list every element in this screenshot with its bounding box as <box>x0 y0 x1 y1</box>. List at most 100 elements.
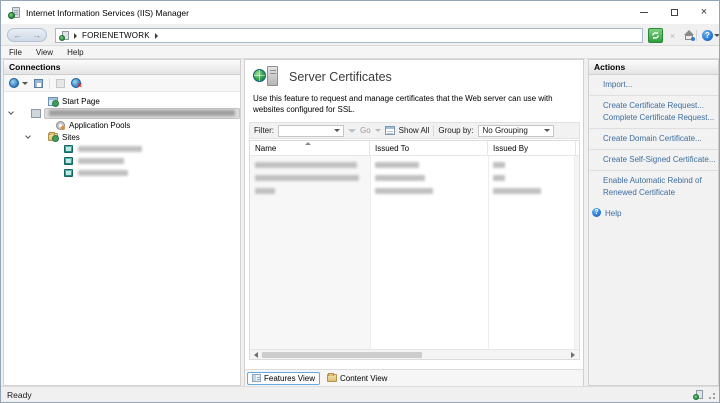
tree-item-application-pools[interactable]: Application Pools <box>4 119 240 131</box>
go-button[interactable]: Go <box>360 126 371 135</box>
resize-grip[interactable] <box>707 390 715 399</box>
connect-server-icon[interactable] <box>9 78 19 88</box>
site-icon <box>64 169 73 177</box>
action-group: Create Certificate Request... Complete C… <box>589 96 718 129</box>
action-help[interactable]: Help <box>605 208 621 220</box>
forward-button[interactable]: → <box>32 30 41 40</box>
status-right <box>693 389 715 400</box>
go-filter-icon <box>348 128 356 133</box>
window-controls: × <box>629 1 719 24</box>
maximize-button[interactable] <box>659 1 689 24</box>
refresh-button[interactable] <box>648 28 663 43</box>
start-page-icon <box>48 96 59 107</box>
tab-label: Features View <box>264 373 315 383</box>
save-connections-icon[interactable] <box>34 78 43 88</box>
show-all-button[interactable]: Show All <box>399 126 430 135</box>
action-enable-automatic-rebind[interactable]: Enable Automatic Rebind of Renewed Certi… <box>603 175 716 199</box>
help-button[interactable]: ? <box>700 28 715 43</box>
help-icon: ? <box>702 30 713 41</box>
tree-item-start-page[interactable]: Start Page <box>4 95 240 107</box>
column-header-issued-to[interactable]: Issued To <box>370 141 488 155</box>
go-dropdown-icon[interactable] <box>374 129 381 132</box>
feature-description: Use this feature to request and manage c… <box>253 94 553 114</box>
filter-toolbar: Filter: Go Show All Group by: No Groupin… <box>249 122 580 139</box>
action-create-domain-certificate[interactable]: Create Domain Certificate... <box>603 133 716 145</box>
tab-label: Content View <box>340 373 388 383</box>
scroll-thumb[interactable] <box>262 351 422 358</box>
menu-view[interactable]: View <box>36 48 53 57</box>
iis-manager-window: Internet Information Services (IIS) Mana… <box>0 0 720 403</box>
home-button[interactable] <box>681 28 696 43</box>
column-label: Issued By <box>493 143 529 153</box>
minimize-button[interactable] <box>629 1 659 24</box>
redacted-cell <box>255 174 359 181</box>
features-view-icon <box>252 374 261 382</box>
tree-item-sites[interactable]: Sites <box>4 131 240 143</box>
help-dropdown-icon[interactable] <box>714 34 719 37</box>
scroll-left-icon[interactable] <box>254 351 258 358</box>
iis-status-icon <box>693 389 703 400</box>
site-icon <box>64 157 73 165</box>
breadcrumb-box[interactable]: FORIENETWORK <box>55 28 643 43</box>
breadcrumb-arrow-icon[interactable] <box>74 32 77 39</box>
action-group: Create Domain Certificate... <box>589 129 718 150</box>
title-bar: Internet Information Services (IIS) Mana… <box>1 1 719 24</box>
action-create-self-signed-certificate[interactable]: Create Self-Signed Certificate... <box>603 154 716 166</box>
tree-item-site[interactable] <box>4 167 240 179</box>
connections-panel: Connections Start Page Appl <box>3 59 241 386</box>
action-complete-certificate-request[interactable]: Complete Certificate Request... <box>603 112 716 124</box>
toolbar-separator <box>433 125 435 136</box>
back-button[interactable]: ← <box>13 30 22 40</box>
horizontal-scrollbar[interactable] <box>250 349 579 359</box>
tree-item-server[interactable] <box>4 107 240 119</box>
action-help-row: ? Help <box>589 203 718 224</box>
tree-item-site[interactable] <box>4 155 240 167</box>
filter-input[interactable] <box>278 124 344 137</box>
disconnect-icon[interactable] <box>71 78 82 90</box>
tree-label: Sites <box>62 132 80 142</box>
menu-help[interactable]: Help <box>67 48 83 57</box>
filter-dropdown-icon[interactable] <box>334 129 340 132</box>
site-icon <box>64 145 73 153</box>
connections-toolbar <box>4 75 240 92</box>
breadcrumb-arrow-icon[interactable] <box>154 32 158 39</box>
redacted-cell <box>375 161 419 168</box>
group-by-dropdown-icon[interactable] <box>543 129 550 132</box>
server-icon <box>59 30 69 41</box>
action-create-certificate-request[interactable]: Create Certificate Request... <box>603 100 716 112</box>
expand-chevron-icon[interactable] <box>25 133 31 139</box>
help-icon: ? <box>592 208 601 217</box>
menu-bar: File View Help <box>1 46 719 59</box>
connect-dropdown-icon[interactable] <box>22 81 28 85</box>
table-row[interactable] <box>250 159 579 170</box>
column-header-name[interactable]: Name <box>250 141 370 155</box>
tab-features-view[interactable]: Features View <box>247 371 320 385</box>
menu-file[interactable]: File <box>9 48 22 57</box>
server-node-icon <box>31 108 41 118</box>
group-by-select[interactable]: No Grouping <box>477 124 554 137</box>
tree-item-site[interactable] <box>4 143 240 155</box>
close-button[interactable]: × <box>689 1 719 24</box>
tree-label: Application Pools <box>69 120 131 130</box>
action-group: Import... <box>589 75 718 96</box>
page-title: Server Certificates <box>289 69 392 84</box>
stop-button[interactable]: × <box>665 28 680 43</box>
group-by-label: Group by: <box>438 126 474 135</box>
show-all-icon <box>384 126 395 135</box>
filter-label: Filter: <box>254 126 274 135</box>
up-level-icon[interactable] <box>56 78 65 88</box>
redacted-site-name <box>78 146 142 152</box>
sites-folder-icon <box>48 132 59 142</box>
table-row[interactable] <box>250 172 579 183</box>
expand-chevron-icon[interactable] <box>8 109 14 115</box>
column-header-issued-by[interactable]: Issued By <box>488 141 576 155</box>
action-import[interactable]: Import... <box>603 79 716 91</box>
application-pools-icon <box>56 120 65 130</box>
app-icon <box>8 6 20 19</box>
vertical-scrollbar[interactable] <box>574 156 579 349</box>
scroll-right-icon[interactable] <box>571 351 575 358</box>
breadcrumb-server[interactable]: FORIENETWORK <box>82 31 150 40</box>
selected-server-highlight <box>44 107 240 119</box>
tab-content-view[interactable]: Content View <box>323 372 391 385</box>
table-row[interactable] <box>250 185 579 196</box>
